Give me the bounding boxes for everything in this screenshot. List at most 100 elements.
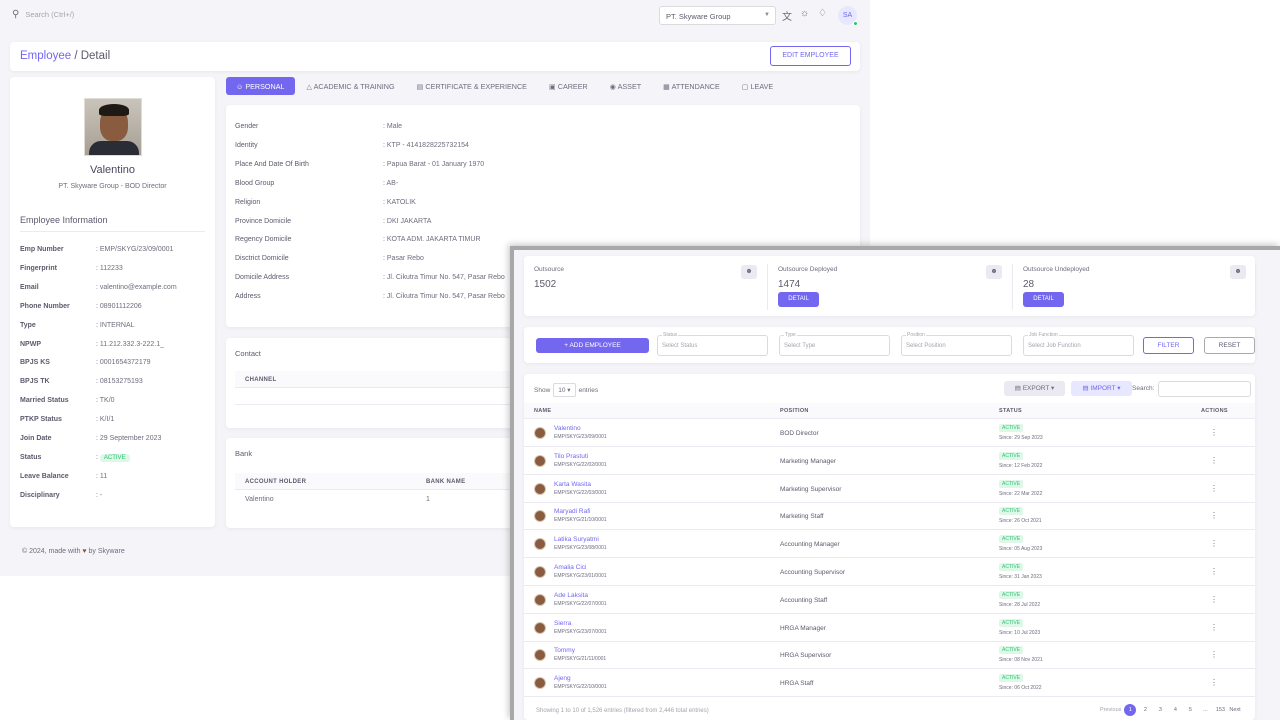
translate-icon[interactable]: 文 bbox=[782, 8, 792, 23]
tab-asset[interactable]: ◉ ASSET bbox=[600, 77, 651, 95]
more-actions-icon[interactable]: ⋮ bbox=[1210, 484, 1218, 493]
tab-attendance[interactable]: ▦ ATTENDANCE bbox=[653, 77, 730, 95]
tab-academic-training[interactable]: △ ACADEMIC & TRAINING bbox=[297, 77, 405, 95]
pagination-page[interactable]: 2 bbox=[1139, 704, 1151, 716]
document-icon: ▢ bbox=[741, 82, 751, 91]
profile-card: Valentino PT. Skyware Group - BOD Direct… bbox=[10, 77, 215, 527]
add-employee-button[interactable]: + ADD EMPLOYEE bbox=[536, 338, 649, 353]
position-filter-select[interactable]: Position Select Position bbox=[901, 332, 1012, 356]
employee-number: EMP/SKYG/23/08/0001 bbox=[554, 545, 607, 552]
type-filter-select[interactable]: Type Select Type bbox=[779, 332, 890, 356]
table-search-input[interactable] bbox=[1158, 381, 1251, 397]
more-actions-icon[interactable]: ⋮ bbox=[1210, 511, 1218, 520]
edit-employee-button[interactable]: EDIT EMPLOYEE bbox=[770, 46, 851, 66]
table-row: Ade Laksita EMP/SKYG/22/07/0001 Accounting… bbox=[524, 586, 1255, 614]
pagination-page: ... bbox=[1203, 707, 1208, 713]
info-label: Email bbox=[20, 283, 39, 291]
more-actions-icon[interactable]: ⋮ bbox=[1210, 539, 1218, 548]
column-header-status[interactable]: STATUS bbox=[999, 408, 1022, 414]
calendar-icon: ▦ bbox=[663, 82, 672, 91]
employee-name-link[interactable]: Ajeng bbox=[554, 675, 571, 682]
table-row: Latika Suryatmi EMP/SKYG/23/08/0001 Accoun… bbox=[524, 530, 1255, 559]
employee-name-link[interactable]: Sierra bbox=[554, 620, 571, 627]
employee-company-position: PT. Skyware Group - BOD Director bbox=[58, 183, 167, 190]
status-since: Since: 29 Sep 2023 bbox=[999, 435, 1043, 441]
detail-label: Domicile Address bbox=[235, 274, 290, 282]
info-value: : - bbox=[96, 491, 103, 499]
employee-name-link[interactable]: Maryadi Rafi bbox=[554, 508, 590, 515]
filter-button[interactable]: FILTER bbox=[1143, 337, 1194, 354]
tab-certificate-experience[interactable]: ▤ CERTIFICATE & EXPERIENCE bbox=[407, 77, 537, 95]
avatar bbox=[534, 649, 546, 662]
employee-name-link[interactable]: Tommy bbox=[554, 647, 575, 654]
table-row: Valentino EMP/SKYG/23/09/0001 BOD Director… bbox=[524, 419, 1255, 447]
employee-name-link[interactable]: Tilo Prastuti bbox=[554, 453, 588, 460]
employee-position: Accounting Manager bbox=[780, 541, 840, 549]
stat-value-undeployed: 28 bbox=[1023, 279, 1035, 290]
more-actions-icon[interactable]: ⋮ bbox=[1210, 595, 1218, 604]
info-label: PTKP Status bbox=[20, 416, 62, 424]
heart-icon: ♥ bbox=[82, 548, 87, 555]
tab-career[interactable]: ▣ CAREER bbox=[539, 77, 598, 95]
column-header-account-holder: ACCOUNT HOLDER bbox=[245, 479, 307, 485]
page-length-select[interactable]: 10 ▾ bbox=[553, 383, 576, 397]
pagination-page[interactable]: 5 bbox=[1184, 704, 1196, 716]
company-select[interactable]: PT. Skyware Group ▼ bbox=[659, 6, 776, 25]
user-avatar[interactable]: SA bbox=[838, 6, 858, 26]
more-actions-icon[interactable]: ⋮ bbox=[1210, 456, 1218, 465]
deployed-detail-button[interactable]: DETAIL bbox=[778, 292, 819, 307]
employee-info-row: BPJS KS: 0001654372179 bbox=[20, 359, 151, 366]
avatar bbox=[534, 621, 546, 634]
more-actions-icon[interactable]: ⋮ bbox=[1210, 428, 1218, 437]
tab-personal[interactable]: ☺ PERSONAL bbox=[226, 77, 295, 95]
status-badge: ACTIVE bbox=[999, 563, 1024, 571]
bank-account-holder: Valentino bbox=[245, 496, 274, 503]
breadcrumb-employee-link[interactable]: Employee bbox=[20, 50, 71, 62]
more-actions-icon[interactable]: ⋮ bbox=[1210, 678, 1218, 687]
pagination-page[interactable]: 153 bbox=[1214, 704, 1226, 716]
stat-value-outsource: 1502 bbox=[534, 279, 557, 290]
export-button[interactable]: ▤ EXPORT ▾ bbox=[1004, 381, 1065, 396]
detail-label: Regency Domicile bbox=[235, 236, 292, 244]
detail-value: : Papua Barat - 01 January 1970 bbox=[383, 160, 485, 168]
pagination-page[interactable]: 1 bbox=[1124, 704, 1137, 716]
employee-number: EMP/SKYG/21/10/0001 bbox=[554, 517, 607, 524]
job-function-filter-select[interactable]: Job Function Select Job Function bbox=[1023, 332, 1134, 356]
employee-info-row: Disciplinary : - bbox=[20, 492, 102, 499]
employee-name-link[interactable]: Amalia Cici bbox=[554, 564, 587, 571]
employee-name-link[interactable]: Ade Laksita bbox=[554, 592, 588, 599]
employee-name-link[interactable]: Latika Suryatmi bbox=[554, 536, 599, 543]
bell-icon[interactable]: ♢ bbox=[818, 8, 827, 19]
undeployed-detail-button[interactable]: DETAIL bbox=[1023, 292, 1064, 307]
employee-name-link[interactable]: Karta Wasita bbox=[554, 481, 591, 488]
search-bar[interactable]: ⚲ Search (Ctrl+/) bbox=[12, 9, 74, 20]
info-value: : INTERNAL bbox=[96, 321, 135, 329]
info-value: : 08901112206 bbox=[96, 302, 142, 310]
personal-detail-row: Religion: KATOLIK bbox=[235, 199, 416, 206]
detail-label: Identity bbox=[235, 141, 258, 149]
stat-label-deployed: Outsource Deployed bbox=[778, 266, 838, 273]
more-actions-icon[interactable]: ⋮ bbox=[1210, 650, 1218, 659]
search-placeholder: Search (Ctrl+/) bbox=[25, 10, 75, 19]
sun-icon[interactable]: ☼ bbox=[800, 8, 809, 19]
pagination-page[interactable]: 4 bbox=[1169, 704, 1181, 716]
status-filter-select[interactable]: Status Select Status bbox=[657, 332, 768, 356]
avatar bbox=[534, 454, 546, 467]
column-header-name[interactable]: NAME bbox=[534, 408, 551, 414]
pagination-next[interactable]: Next bbox=[1229, 707, 1240, 713]
column-header-bank-name: BANK NAME bbox=[426, 479, 466, 485]
page-header-card: Employee / Detail EDIT EMPLOYEE bbox=[10, 42, 860, 71]
more-actions-icon[interactable]: ⋮ bbox=[1210, 623, 1218, 632]
employee-info-row: Type: INTERNAL bbox=[20, 322, 135, 329]
tab-leave[interactable]: ▢ LEAVE bbox=[732, 77, 783, 95]
pagination-previous[interactable]: Previous bbox=[1100, 707, 1121, 713]
info-label: Disciplinary bbox=[20, 491, 60, 499]
column-header-position[interactable]: POSITION bbox=[780, 408, 809, 414]
pagination-page[interactable]: 3 bbox=[1154, 704, 1166, 716]
more-actions-icon[interactable]: ⋮ bbox=[1210, 567, 1218, 576]
import-button[interactable]: ▤ IMPORT ▾ bbox=[1071, 381, 1132, 396]
reset-button[interactable]: RESET bbox=[1204, 337, 1255, 354]
info-label: Leave Balance bbox=[20, 472, 69, 480]
employee-position: HRGA Manager bbox=[780, 624, 826, 632]
employee-name-link[interactable]: Valentino bbox=[554, 425, 581, 432]
